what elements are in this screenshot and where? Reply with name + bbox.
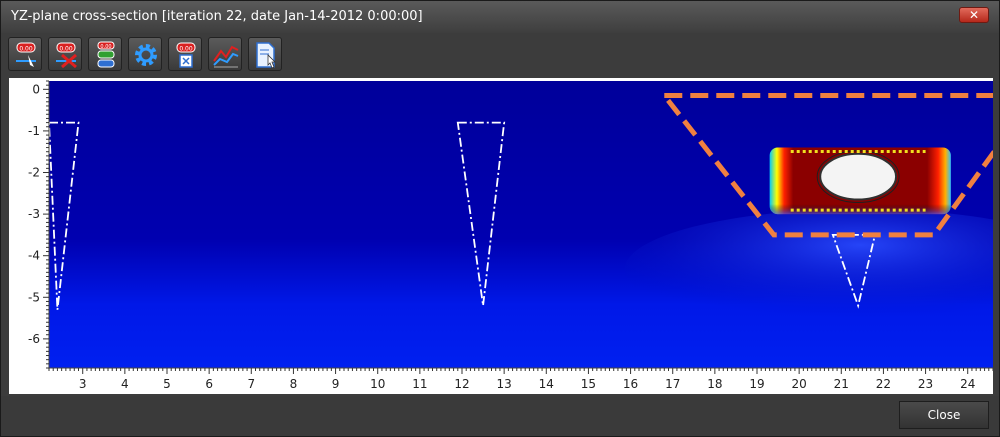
- title-bar: YZ-plane cross-section [iteration 22, da…: [1, 1, 999, 33]
- toolbar: 0.00 0.00 0.00 0.00: [8, 35, 998, 75]
- show-values-button[interactable]: 0.00: [8, 37, 42, 71]
- x-tick-label: 23: [918, 377, 933, 391]
- line-chart-button[interactable]: [208, 37, 242, 71]
- window-close-icon[interactable]: ✕: [959, 7, 989, 23]
- x-tick-label: 17: [665, 377, 680, 391]
- document-pointer-button[interactable]: [248, 37, 282, 71]
- x-tick-label: 19: [749, 377, 764, 391]
- x-tick-label: 24: [960, 377, 975, 391]
- svg-text:0.00: 0.00: [100, 44, 111, 50]
- svg-text:0.00: 0.00: [179, 46, 193, 53]
- svg-text:0.00: 0.00: [59, 46, 73, 53]
- y-tick-label: 0: [32, 82, 40, 96]
- legend-icon: 0.00: [97, 41, 115, 68]
- x-tick-label: 21: [834, 377, 849, 391]
- legend-button[interactable]: 0.00: [88, 37, 122, 71]
- x-tick-label: 3: [79, 377, 87, 391]
- svg-text:0.00: 0.00: [19, 46, 33, 53]
- y-tick-label: -5: [28, 290, 40, 304]
- cross-section-window: YZ-plane cross-section [iteration 22, da…: [0, 0, 1000, 437]
- x-tick-label: 13: [497, 377, 512, 391]
- x-tick-label: 22: [876, 377, 891, 391]
- x-tick-label: 9: [332, 377, 340, 391]
- document-pointer-icon: [256, 42, 276, 69]
- x-tick-label: 20: [792, 377, 807, 391]
- hole: [819, 152, 898, 201]
- heatmap-field: [49, 81, 1000, 368]
- heatmap-svg: 3 4 5 6 7 8 9 10 11 12 13 14 15 16 17 18 19 20 21 22 23 24 0 -1…: [28, 80, 1000, 391]
- close-button[interactable]: Close: [899, 401, 989, 429]
- x-tick-label: 14: [539, 377, 554, 391]
- clear-values-icon: 0.00: [176, 42, 196, 68]
- settings-button[interactable]: [128, 37, 162, 71]
- x-tick-label: 18: [707, 377, 722, 391]
- x-tick-label: 4: [121, 377, 129, 391]
- cross-section-plot[interactable]: 3 4 5 6 7 8 9 10 11 12 13 14 15 16 17 18 19 20 21 22 23 24 0 -1…: [9, 78, 1000, 394]
- hide-values-button[interactable]: 0.00: [48, 37, 82, 71]
- hide-values-icon: 0.00: [56, 42, 77, 69]
- clear-values-button[interactable]: 0.00: [168, 37, 202, 71]
- x-tick-label: 11: [412, 377, 427, 391]
- y-tick-label: -3: [28, 207, 40, 221]
- show-values-icon: 0.00: [16, 42, 36, 67]
- x-tick-label: 12: [454, 377, 469, 391]
- x-tick-label: 15: [581, 377, 596, 391]
- y-tick-label: -6: [28, 332, 40, 346]
- y-tick-label: -2: [28, 166, 40, 180]
- x-tick-label: 5: [163, 377, 171, 391]
- x-tick-label: 8: [290, 377, 298, 391]
- x-tick-label: 6: [205, 377, 213, 391]
- footer-bar: Close: [1, 396, 999, 436]
- x-tick-label: 10: [370, 377, 385, 391]
- settings-gear-icon: [135, 44, 157, 66]
- window-title: YZ-plane cross-section [iteration 22, da…: [11, 9, 423, 24]
- x-tick-label: 7: [247, 377, 255, 391]
- y-tick-label: -4: [28, 249, 40, 263]
- line-chart-icon: [213, 45, 239, 68]
- x-tick-label: 16: [623, 377, 638, 391]
- y-tick-label: -1: [28, 124, 40, 138]
